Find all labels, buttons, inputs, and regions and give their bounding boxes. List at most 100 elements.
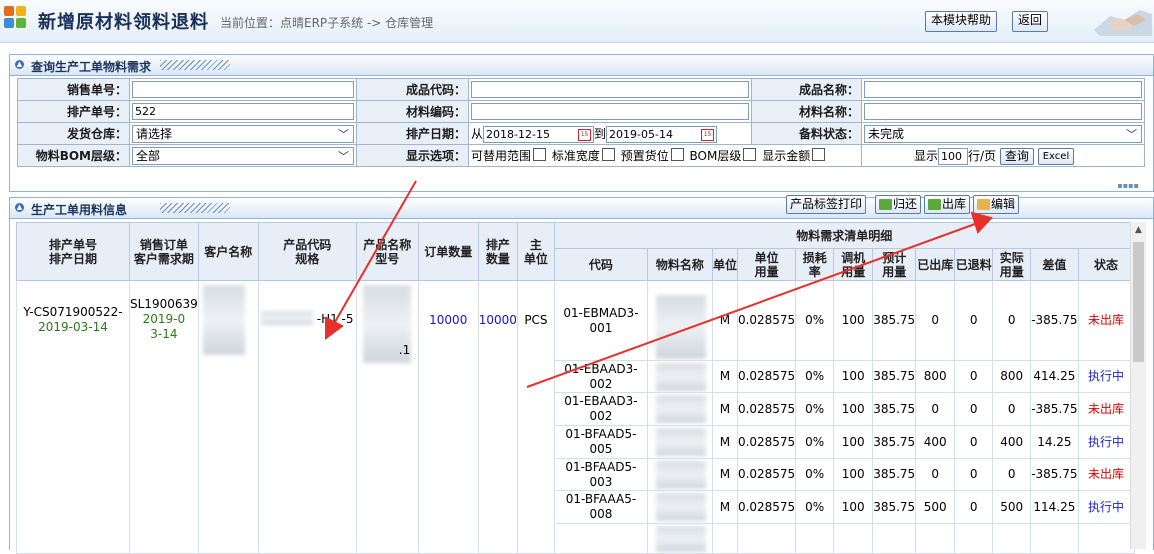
unit-cell: M [711, 392, 738, 426]
col-adjust-header: 调机 用量 [833, 248, 874, 281]
option-location-checkbox[interactable] [670, 148, 684, 161]
code-cell: 01-BFAAA5-008 [553, 490, 648, 524]
material-name-input[interactable] [864, 103, 1142, 120]
material-grid: 排产单号 排产日期 销售订单 客户需求期 客户名称 产品代码 规格 产品名称 型号 订单… [16, 222, 1135, 554]
product-code-input[interactable] [471, 81, 749, 98]
mat-name-cell [646, 280, 713, 361]
out-cell: 0 [915, 458, 956, 491]
query-button[interactable]: 查询 [999, 147, 1034, 165]
product-name-label: 成品名称： [751, 78, 862, 101]
schedule-date-label: 排产日期： [356, 122, 469, 145]
mat-name-cell [646, 425, 713, 459]
unit-cell: M [711, 425, 738, 459]
prep-status-label: 备料状态： [751, 122, 862, 145]
col-out-header: 已出库 [915, 248, 956, 281]
col-status-header: 状态 [1077, 248, 1135, 281]
bom-level-value: 全部 [136, 148, 161, 163]
plan-cell: 385.75 [872, 425, 917, 459]
col-order-qty-header: 订单数量 [417, 222, 479, 281]
query-panel: ▲ 查询生产工单物料需求 销售单号： 成品代码： 成品名称： 排产单号： 材料编… [9, 54, 1154, 192]
unit-usage-cell: 0.028575 [736, 280, 797, 361]
redacted-mosaic [655, 428, 706, 456]
edit-button-label: 编辑 [991, 197, 1016, 211]
prep-status-select[interactable]: 未完成 ﹀ [864, 124, 1142, 143]
status-cell: 执行中 [1077, 490, 1135, 524]
out-cell: 500 [915, 490, 956, 524]
redacted-mosaic [655, 363, 706, 391]
breadcrumb: 当前位置：点晴ERP子系统 -> 仓库管理 [220, 16, 434, 30]
print-label-button[interactable]: 产品标签打印 [786, 195, 867, 214]
redacted-mosaic [260, 311, 313, 325]
option-bom-checkbox[interactable] [743, 148, 757, 161]
adjust-cell: 100 [833, 280, 874, 361]
sales-no-input[interactable] [132, 81, 354, 98]
material-code-label: 材料编码： [356, 100, 469, 123]
excel-button[interactable]: Excel [1037, 147, 1075, 165]
scroll-up-icon[interactable]: ▲ [1131, 222, 1146, 238]
scrollbar-thumb[interactable] [1133, 242, 1144, 362]
page-size-input[interactable] [938, 147, 969, 165]
collapse-handle[interactable]: ▪▪▪▪ [1117, 181, 1139, 190]
redacted-mosaic [655, 461, 706, 489]
help-button[interactable]: 本模块帮助 [925, 11, 998, 32]
outbound-button-label: 出库 [942, 197, 967, 211]
status-cell: 未出库 [1077, 392, 1135, 426]
vertical-scrollbar[interactable]: ▲ [1130, 222, 1146, 549]
code-cell: 01-BFAAD5-005 [553, 425, 648, 459]
page-title: 新增原材料领料退料 [38, 12, 209, 33]
loss-cell: 0% [795, 360, 835, 393]
unit-cell: M [711, 360, 738, 393]
mat-name-cell [646, 458, 713, 491]
actual-cell: 500 [992, 490, 1032, 524]
chevron-down-icon: ﹀ [338, 127, 349, 141]
product-name-input[interactable] [864, 81, 1142, 98]
diff-cell: -385.75 [1030, 458, 1079, 491]
unit-usage-cell: 0.028575 [736, 392, 797, 426]
ship-warehouse-select[interactable]: 请选择 ﹀ [132, 124, 354, 143]
bom-level-select[interactable]: 全部 ﹀ [132, 146, 354, 165]
return-button[interactable]: 归还 [875, 195, 922, 214]
returned-cell [954, 523, 994, 554]
grid-panel-title: 生产工单用料信息 [31, 203, 128, 217]
diff-cell: -385.75 [1030, 280, 1079, 361]
col-diff-header: 差值 [1030, 248, 1079, 281]
display-options-label: 显示选项： [356, 144, 469, 167]
redacted-mosaic [655, 395, 706, 423]
product-code-label: 成品代码： [356, 78, 469, 101]
actual-cell: 0 [992, 458, 1032, 491]
returned-cell: 0 [954, 392, 994, 426]
option-substitute-checkbox[interactable] [533, 148, 547, 161]
option-width-checkbox[interactable] [601, 148, 615, 161]
material-code-input[interactable] [471, 103, 749, 120]
code-cell: 01-EBAAD3-002 [553, 392, 648, 426]
query-panel-title: 查询生产工单物料需求 [31, 60, 152, 74]
chevron-down-icon: ﹀ [338, 149, 349, 163]
back-button[interactable]: 返回 [1012, 11, 1049, 32]
returned-cell: 0 [954, 280, 994, 361]
panel-bullet-icon: ▲ [15, 203, 24, 212]
diff-cell: 414.25 [1030, 360, 1079, 393]
adjust-cell: 100 [833, 392, 874, 426]
outbound-button[interactable]: 出库 [924, 195, 971, 214]
calendar-icon[interactable]: 15 [701, 128, 715, 141]
mat-name-cell [646, 360, 713, 393]
out-cell: 0 [915, 392, 956, 426]
edit-button[interactable]: 编辑 [973, 195, 1020, 214]
loss-cell: 0% [795, 392, 835, 426]
plan-cell: 385.75 [872, 490, 917, 524]
table-row[interactable]: Y-CS071900522- 2019-03-14 SL1900639 2019-0… [16, 280, 1135, 554]
ship-warehouse-label: 发货仓库： [17, 122, 130, 145]
adjust-cell: 100 [833, 360, 874, 393]
date-from-input[interactable]: 2018-12-15 15 [483, 125, 595, 143]
redacted-mosaic [202, 285, 245, 355]
unit-cell [711, 523, 738, 554]
returned-cell: 0 [954, 458, 994, 491]
date-to-label: 到 [594, 126, 607, 141]
date-to-input[interactable]: 2019-05-14 15 [606, 125, 718, 143]
schedule-no-input[interactable] [132, 103, 354, 120]
calendar-icon[interactable]: 15 [578, 128, 592, 141]
status-cell: 执行中 [1077, 425, 1135, 459]
app-logo-icon [4, 6, 28, 30]
col-loss-header: 损耗率 [795, 248, 835, 281]
option-amount-checkbox[interactable] [812, 148, 826, 161]
